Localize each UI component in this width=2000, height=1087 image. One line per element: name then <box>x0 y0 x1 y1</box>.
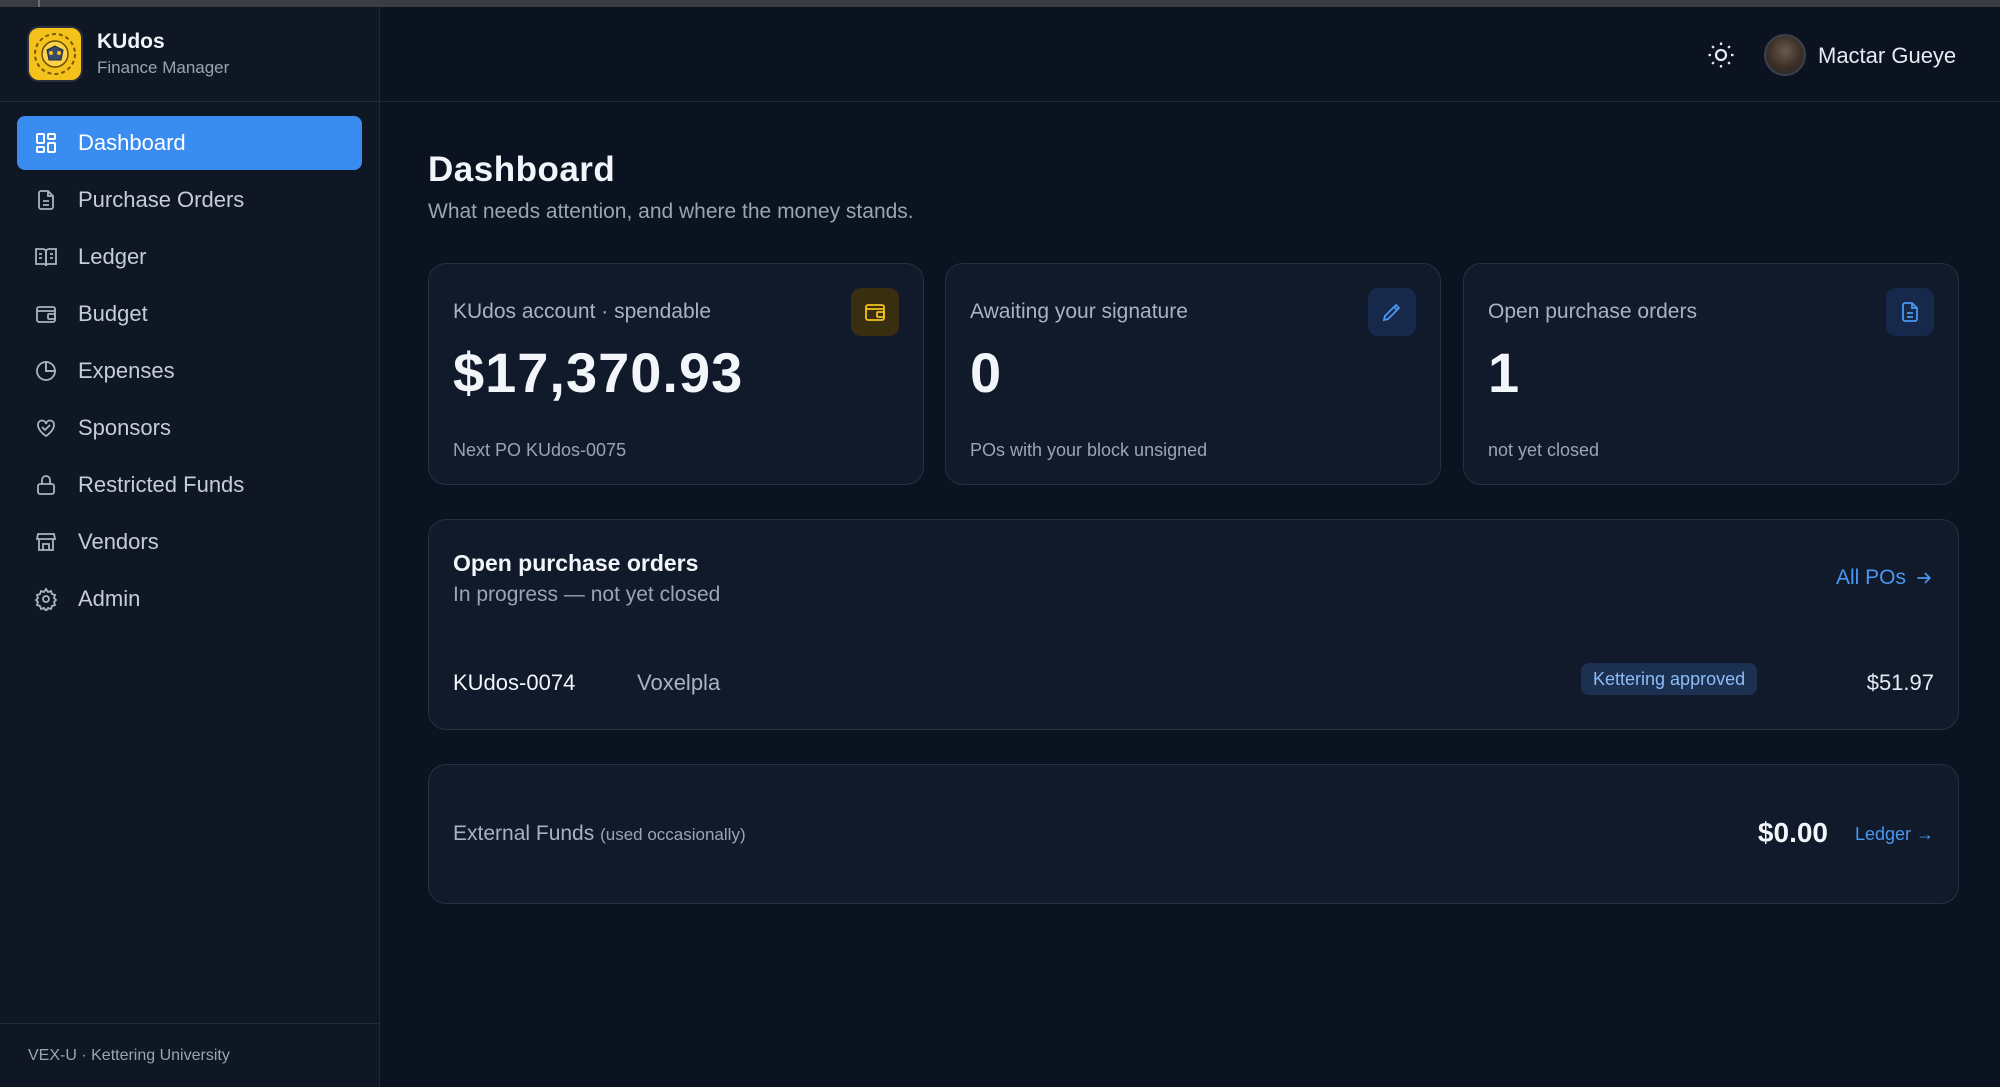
wallet-icon <box>36 306 56 323</box>
external-funds-label: External Funds (used occasionally) <box>453 822 746 846</box>
sidebar-item-label: Restricted Funds <box>78 472 245 497</box>
sidebar-item-restricted-funds[interactable]: Restricted Funds <box>17 458 362 512</box>
card-value: 1 <box>1488 341 1521 404</box>
book-open-icon <box>35 248 57 267</box>
external-funds-amount: $0.00 <box>1757 817 1828 848</box>
external-funds-panel: External Funds (used occasionally) $0.00… <box>428 764 1959 904</box>
sidebar-item-label: Dashboard <box>78 130 186 155</box>
po-amount: $51.97 <box>1866 670 1934 695</box>
window-top-bar <box>0 0 2000 7</box>
status-badge: Kettering approved <box>1581 663 1758 695</box>
gear-icon <box>34 587 58 611</box>
top-header: Mactar Gueye <box>380 7 2000 102</box>
sidebar-item-label: Sponsors <box>78 415 171 440</box>
sidebar-item-dashboard[interactable]: Dashboard <box>17 116 362 170</box>
arrow-right-icon <box>1917 572 1932 584</box>
card-label: KUdos account · spendable <box>453 300 711 323</box>
handshake-heart-icon <box>37 419 55 438</box>
page-subtitle: What needs attention, and where the mone… <box>428 200 914 223</box>
po-vendor: Voxelpla <box>637 670 721 695</box>
store-icon <box>35 533 57 551</box>
sidebar-item-expenses[interactable]: Expenses <box>17 344 362 398</box>
panel-title: Open purchase orders <box>453 550 699 576</box>
card-awaiting-signature: Awaiting your signature 0 POs with your … <box>945 263 1441 485</box>
card-note: POs with your block unsigned <box>970 440 1208 460</box>
sidebar-item-label: Budget <box>78 301 148 326</box>
sidebar: KUdos Finance Manager Dashboard Purchase… <box>0 7 380 1087</box>
pen-icon <box>1368 288 1416 336</box>
sidebar-item-sponsors[interactable]: Sponsors <box>17 401 362 455</box>
panel-subtitle: In progress — not yet closed <box>453 583 721 606</box>
window-edge-marker <box>38 0 40 7</box>
sun-icon <box>1708 42 1734 68</box>
sidebar-item-budget[interactable]: Budget <box>17 287 362 341</box>
theme-toggle-button[interactable] <box>1706 40 1736 70</box>
main-content: Dashboard What needs attention, and wher… <box>428 150 1959 904</box>
card-value: $17,370.93 <box>453 341 744 404</box>
dashboard-icon <box>36 133 56 153</box>
document-icon <box>38 190 54 210</box>
ledger-link[interactable]: Ledger → <box>1855 824 1934 845</box>
card-value: 0 <box>970 341 1003 404</box>
brand[interactable]: KUdos Finance Manager <box>0 7 379 102</box>
card-note: not yet closed <box>1488 440 1600 460</box>
all-pos-link[interactable]: All POs <box>1836 566 1934 590</box>
lock-icon <box>37 475 55 495</box>
card-note: Next PO KUdos-0075 <box>453 440 627 460</box>
sidebar-item-ledger[interactable]: Ledger <box>17 230 362 284</box>
table-row[interactable]: KUdos-0074 Voxelpla Kettering approved $… <box>429 660 1958 708</box>
sidebar-item-label: Ledger <box>78 244 147 269</box>
app-name: KUdos <box>97 30 165 53</box>
summary-cards: KUdos account · spendable $17,370.93 Nex… <box>428 263 1959 485</box>
sidebar-item-label: Admin <box>78 586 141 611</box>
sidebar-item-purchase-orders[interactable]: Purchase Orders <box>17 173 362 227</box>
sidebar-item-label: Purchase Orders <box>78 187 245 212</box>
sidebar-item-admin[interactable]: Admin <box>17 572 362 626</box>
app-subtitle: Finance Manager <box>97 58 230 77</box>
external-funds-title: External Funds <box>453 822 595 845</box>
page-title: Dashboard <box>428 150 616 189</box>
open-purchase-orders-panel: Open purchase orders In progress — not y… <box>428 519 1959 730</box>
avatar[interactable] <box>1764 34 1806 76</box>
card-spendable: KUdos account · spendable $17,370.93 Nex… <box>428 263 924 485</box>
card-open-pos: Open purchase orders 1 not yet closed <box>1463 263 1959 485</box>
wallet-icon <box>851 288 899 336</box>
sidebar-item-label: Vendors <box>78 529 159 554</box>
kudos-logo-icon <box>27 26 83 82</box>
document-icon <box>1886 288 1934 336</box>
user-name[interactable]: Mactar Gueye <box>1818 43 1956 69</box>
card-label: Open purchase orders <box>1488 300 1697 323</box>
sidebar-item-vendors[interactable]: Vendors <box>17 515 362 569</box>
external-funds-note: (used occasionally) <box>600 825 746 844</box>
all-pos-label: All POs <box>1835 566 1906 589</box>
po-id: KUdos-0074 <box>453 670 576 695</box>
sidebar-nav: Dashboard Purchase Orders Ledger Budget … <box>0 102 379 643</box>
card-label: Awaiting your signature <box>970 300 1188 323</box>
pie-chart-icon <box>36 361 56 381</box>
sidebar-item-label: Expenses <box>78 358 175 383</box>
sidebar-footer: VEX-U · Kettering University <box>0 1023 379 1087</box>
